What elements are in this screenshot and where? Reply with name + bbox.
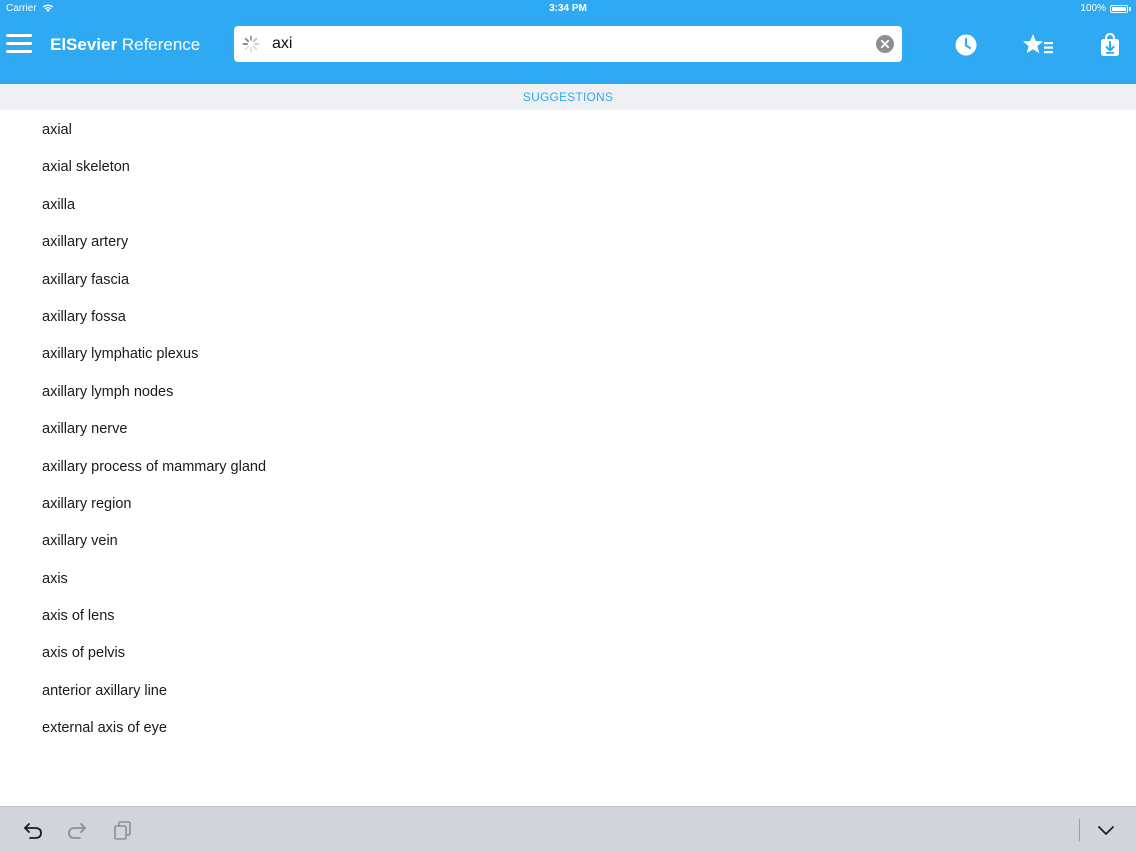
battery-nub (1129, 7, 1131, 11)
keyboard-shortcut-bar (0, 806, 1136, 852)
hamburger-menu-icon[interactable] (6, 34, 32, 54)
suggestion-item[interactable]: axis of pelvis (0, 635, 1136, 672)
navigation-bar: ElSevier Reference (0, 18, 1136, 84)
suggestion-item[interactable]: axillary artery (0, 224, 1136, 261)
suggestion-item[interactable]: axillary region (0, 486, 1136, 523)
clock: 3:34 PM (549, 3, 587, 14)
battery-percentage: 100% (1080, 3, 1106, 14)
status-bar: Carrier 3:34 PM 100% (0, 0, 1136, 18)
suggestion-item[interactable]: axial (0, 112, 1136, 149)
clear-search-icon[interactable] (876, 35, 894, 53)
app-title-brand: ElSevier (50, 35, 118, 54)
dismiss-keyboard-icon[interactable] (1095, 820, 1117, 840)
search-input[interactable] (272, 32, 862, 56)
suggestion-item[interactable]: axillary vein (0, 523, 1136, 560)
battery-icon (1110, 5, 1128, 13)
suggestion-item[interactable]: axis of lens (0, 598, 1136, 635)
suggestion-item[interactable]: axillary nerve (0, 411, 1136, 448)
suggestion-item[interactable]: axillary fascia (0, 262, 1136, 299)
undo-icon[interactable] (22, 820, 44, 840)
app-title: ElSevier Reference (50, 35, 200, 55)
suggestion-item[interactable]: axillary lymphatic plexus (0, 336, 1136, 373)
paste-icon[interactable] (112, 820, 134, 840)
suggestion-item[interactable]: axilla (0, 187, 1136, 224)
loading-spinner-icon (242, 35, 260, 53)
suggestion-item[interactable]: axillary process of mammary gland (0, 449, 1136, 486)
suggestion-list: axial axial skeleton axilla axillary art… (0, 112, 1136, 748)
suggestion-item[interactable]: anterior axillary line (0, 673, 1136, 710)
suggestions-header: SUGGESTIONS (0, 84, 1136, 110)
download-bag-icon[interactable] (1099, 32, 1121, 58)
suggestion-item[interactable]: axial skeleton (0, 149, 1136, 186)
suggestion-item[interactable]: axillary lymph nodes (0, 374, 1136, 411)
toolbar-divider (1079, 819, 1080, 841)
suggestion-item[interactable]: axis (0, 561, 1136, 598)
app-title-suffix: Reference (117, 35, 201, 54)
favorites-icon[interactable] (1022, 32, 1056, 58)
history-icon[interactable] (953, 32, 979, 58)
search-box[interactable] (234, 26, 902, 62)
suggestion-item[interactable]: external axis of eye (0, 710, 1136, 747)
redo-icon[interactable] (66, 820, 88, 840)
suggestion-item[interactable]: axillary fossa (0, 299, 1136, 336)
